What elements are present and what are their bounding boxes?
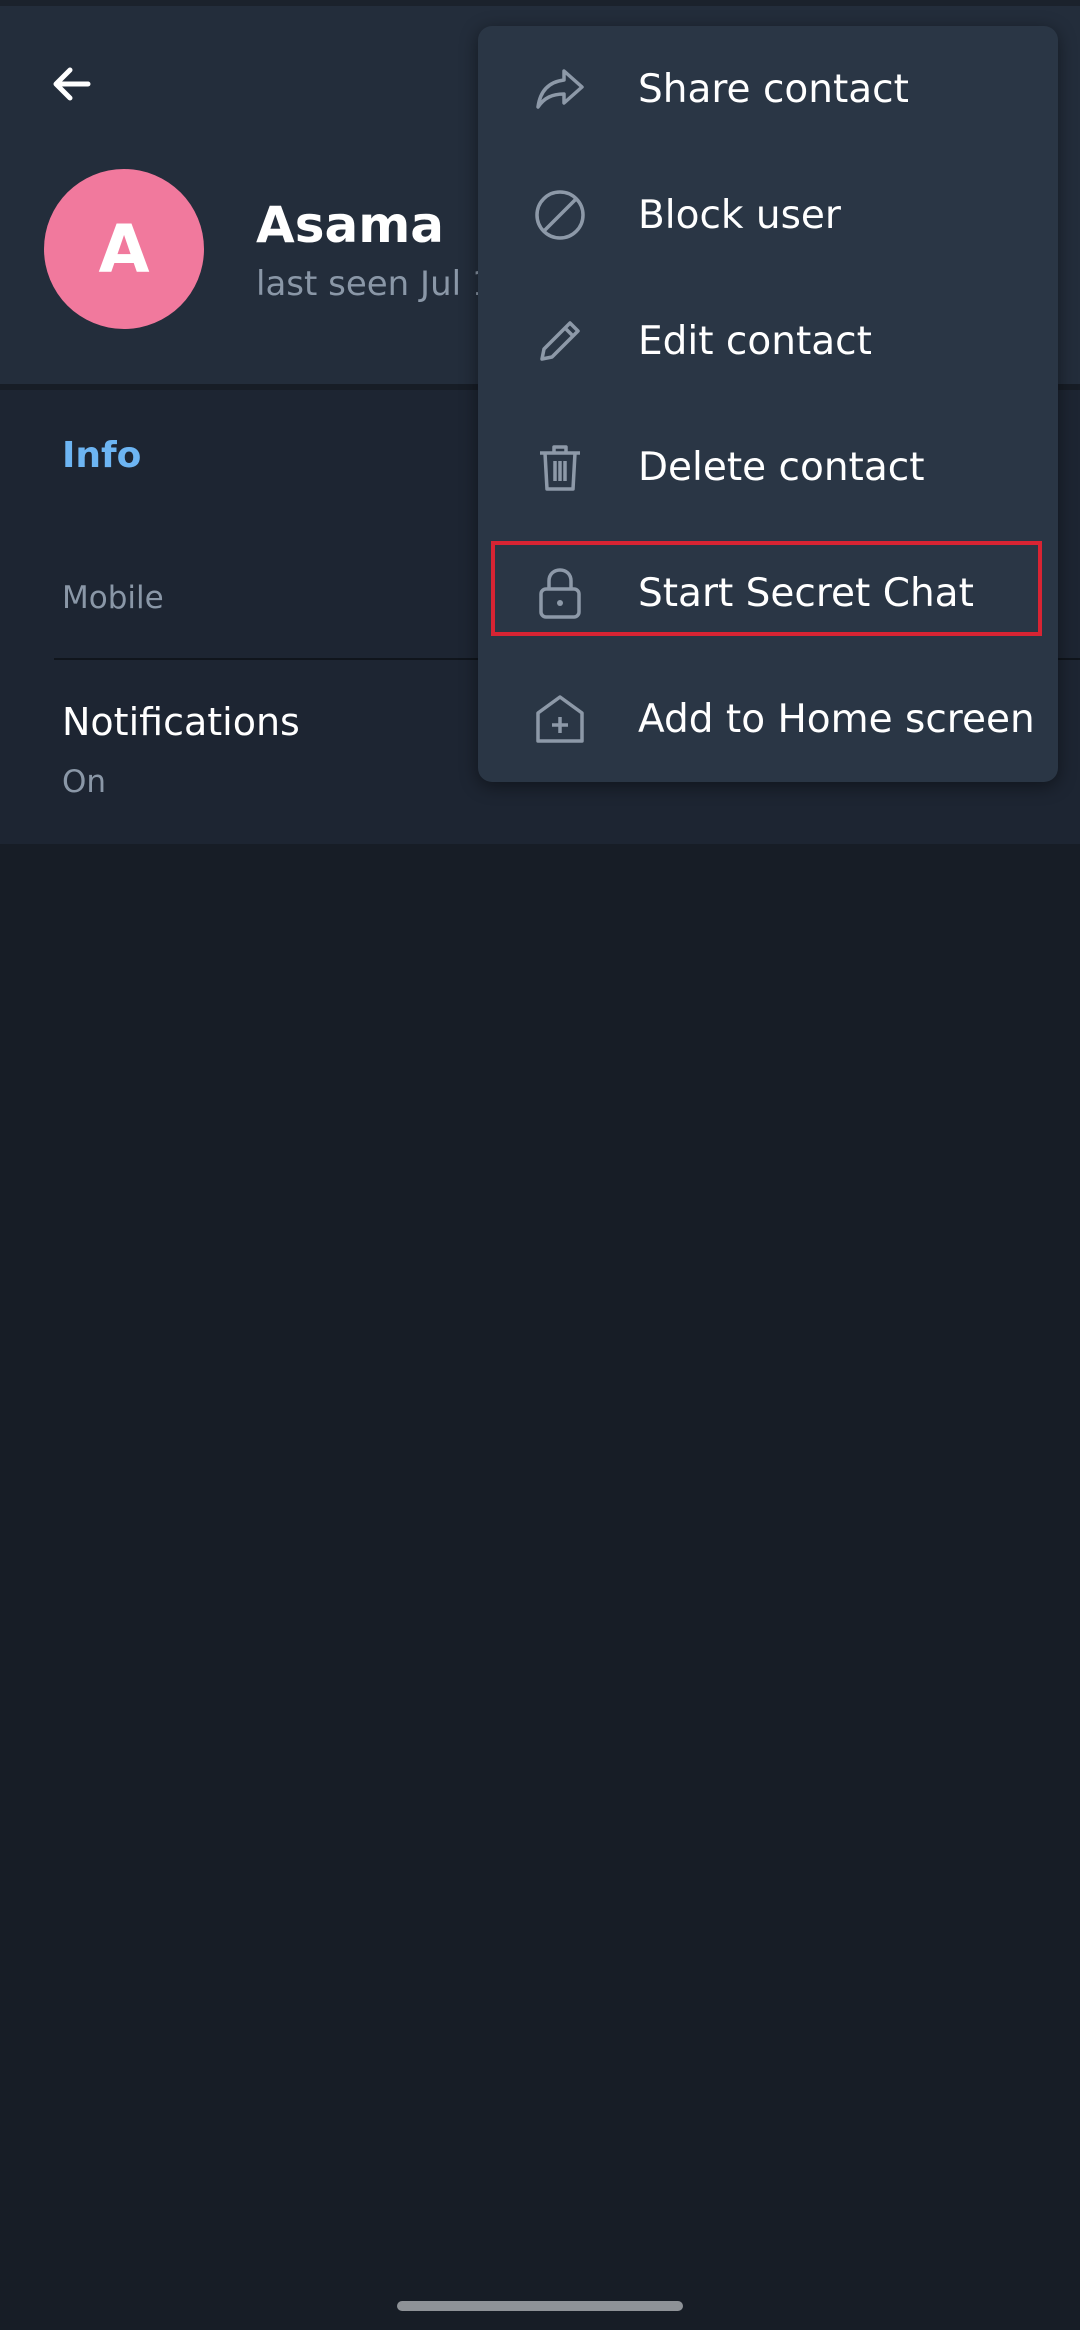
avatar[interactable]: A bbox=[44, 169, 204, 329]
menu-item-share-contact[interactable]: Share contact bbox=[478, 26, 1058, 152]
overflow-menu: Share contact Block user Edit contact De… bbox=[478, 26, 1058, 782]
contact-name: Asama bbox=[256, 196, 445, 254]
back-button[interactable] bbox=[40, 52, 104, 116]
trash-icon bbox=[530, 437, 590, 497]
block-icon bbox=[530, 185, 590, 245]
info-section-title: Info bbox=[62, 435, 142, 476]
mobile-label[interactable]: Mobile bbox=[62, 580, 164, 616]
menu-item-label: Delete contact bbox=[638, 444, 925, 490]
menu-item-label: Block user bbox=[638, 192, 841, 238]
lock-icon bbox=[530, 563, 590, 623]
menu-item-add-to-home-screen[interactable]: Add to Home screen bbox=[478, 656, 1058, 782]
contact-profile-screen: A Asama last seen Jul 1 Info Mobile Noti… bbox=[0, 0, 1080, 2330]
add-home-icon bbox=[530, 689, 590, 749]
menu-item-label: Add to Home screen bbox=[638, 696, 1035, 742]
menu-item-start-secret-chat[interactable]: Start Secret Chat bbox=[478, 530, 1058, 656]
notifications-value: On bbox=[62, 764, 107, 800]
back-arrow-icon bbox=[53, 67, 91, 101]
avatar-initial: A bbox=[98, 210, 150, 288]
last-seen-status: last seen Jul 1 bbox=[256, 264, 494, 304]
share-icon bbox=[530, 59, 590, 119]
menu-item-label: Edit contact bbox=[638, 318, 872, 364]
home-indicator[interactable] bbox=[397, 2301, 683, 2311]
menu-item-delete-contact[interactable]: Delete contact bbox=[478, 404, 1058, 530]
menu-item-label: Share contact bbox=[638, 66, 909, 112]
pencil-icon bbox=[530, 311, 590, 371]
notifications-title[interactable]: Notifications bbox=[62, 700, 300, 744]
menu-item-block-user[interactable]: Block user bbox=[478, 152, 1058, 278]
menu-item-label: Start Secret Chat bbox=[638, 570, 974, 616]
menu-item-edit-contact[interactable]: Edit contact bbox=[478, 278, 1058, 404]
